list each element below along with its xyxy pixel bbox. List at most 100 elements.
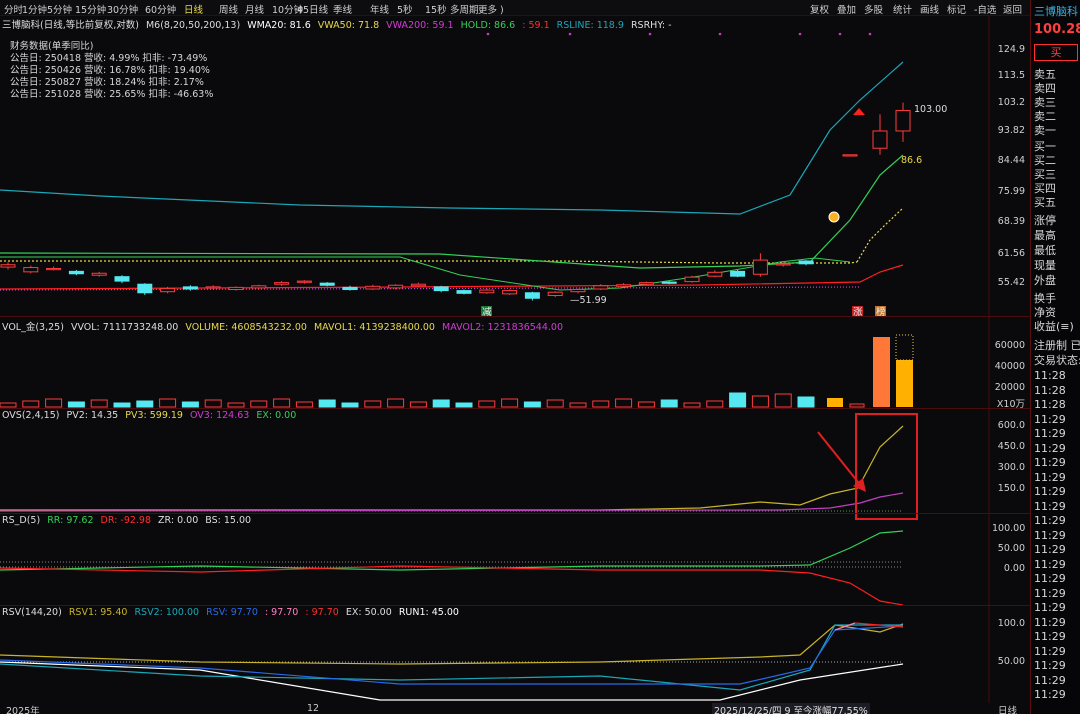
annotation-arrowhead — [853, 478, 866, 492]
rsv-ex: EX: 50.00 — [345, 607, 392, 618]
candle-body — [205, 286, 221, 289]
stock-name: 三博脑科 — [1034, 5, 1078, 18]
tick-time: 11:28 — [1034, 383, 1066, 397]
candle-body — [570, 289, 586, 293]
candle-body — [616, 284, 632, 287]
candle-body — [456, 290, 472, 294]
candle-body — [661, 281, 677, 284]
quote-field: 最高 — [1034, 229, 1056, 242]
volume-bar — [0, 402, 17, 408]
candle-body — [274, 282, 290, 285]
signal-dot — [798, 32, 802, 36]
volume-bar — [849, 403, 865, 408]
volume-bar — [751, 395, 769, 408]
rsv-title: RSV(144,20) — [2, 607, 62, 618]
volume-bar — [455, 402, 473, 408]
candle-body — [895, 109, 911, 132]
pv2-label: PV2: 14.35 — [66, 410, 119, 421]
quote-field: 最低 — [1034, 244, 1056, 257]
candle-body — [228, 286, 244, 291]
candle-body — [502, 290, 518, 295]
event-marker — [828, 211, 840, 223]
price-tick: 61.56 — [997, 248, 1025, 259]
volume-bar — [273, 398, 291, 408]
candle-body — [410, 283, 426, 287]
price-tick: 124.9 — [997, 44, 1025, 55]
mavol1-label: MAVOL1: 4139238400.00 — [313, 322, 435, 333]
quote-field: 注册制 已 — [1034, 339, 1080, 352]
rsv1-line — [0, 623, 904, 665]
tick-time: 11:28 — [1034, 369, 1066, 382]
price-tick: 103.2 — [997, 97, 1025, 108]
period-label: 日线 — [998, 706, 1018, 714]
volume-bar — [22, 400, 40, 408]
fin-row: 公告日: 251028 营收: 25.65% 扣非: -46.63% — [10, 89, 214, 100]
candle-body — [251, 285, 267, 289]
rsv1-label: RSV1: 95.40 — [68, 607, 128, 618]
vol-tick: 20000 — [994, 382, 1025, 393]
rsv-legend: RSV(144,20) RSV1: 95.40 RSV2: 100.00 RSV… — [2, 607, 463, 618]
tick-time: 11:29 — [1034, 427, 1066, 440]
quote-field: 外盘 — [1034, 274, 1056, 287]
ov3-label: OV3: 124.63 — [190, 410, 250, 421]
signal-dot — [648, 32, 652, 36]
vwa50-label: VWA50: 71.8 — [317, 20, 380, 31]
volume-bar — [67, 401, 85, 408]
hold-value-label: 86.6 — [901, 155, 922, 166]
volume-bar — [615, 398, 633, 408]
volume-bar — [797, 396, 815, 408]
candle-body — [524, 292, 540, 299]
volume-bar — [113, 402, 131, 408]
price-tick: 55.42 — [997, 277, 1025, 288]
volume-bar — [873, 337, 890, 407]
signal-dot — [718, 32, 722, 36]
ovs-legend: OVS(2,4,15) PV2: 14.35 PV3: 599.19 OV3: … — [2, 410, 300, 421]
tick-time: 11:28 — [1034, 398, 1066, 411]
tick-time: 11:29 — [1034, 630, 1066, 643]
tick-time: 11:29 — [1034, 470, 1066, 484]
candle-body — [684, 276, 700, 283]
candle-body — [388, 284, 404, 289]
mavol2-label: MAVOL2: 1231836544.00 — [442, 322, 564, 333]
rsv-v3: : 97.70 — [305, 607, 339, 618]
price-tick: 84.44 — [997, 155, 1025, 166]
tick-time: 11:29 — [1034, 572, 1066, 585]
rsv2-label: RSV2: 100.00 — [134, 607, 200, 618]
buy-button[interactable]: 买 — [1034, 44, 1078, 61]
tick-time: 11:29 — [1034, 601, 1066, 614]
ovs-title: OVS(2,4,15) — [2, 410, 60, 421]
rsv-v2: : 97.70 — [264, 607, 299, 618]
volume-bar — [204, 399, 222, 408]
volume-bar — [637, 401, 655, 408]
volume-bar — [660, 399, 678, 408]
highlight-box — [855, 413, 918, 520]
volume-bar — [432, 399, 450, 408]
volume-bar — [409, 401, 427, 408]
rsd-tick: 50.00 — [997, 543, 1025, 554]
volume-bar — [478, 400, 496, 408]
candle-body — [593, 285, 609, 290]
signal-dot — [868, 32, 872, 36]
rsrhy-label: RSRHY: - — [630, 20, 672, 31]
quote-field: 涨停 — [1034, 214, 1056, 227]
main-legend: 三博脑科(日线,等比前复权,对数) M6(8,20,50,200,13) WMA… — [2, 17, 676, 31]
dr-line — [0, 565, 904, 606]
volume-label: VOLUME: 4608543232.00 — [185, 322, 307, 333]
candle-body — [23, 267, 39, 273]
quote-field: 交易状态: — [1034, 354, 1080, 367]
signal-dot — [568, 32, 572, 36]
ovs-tick: 450.0 — [997, 441, 1025, 452]
rsd-title: RS_D(5) — [2, 515, 41, 526]
volume-bar — [45, 398, 63, 408]
candle-body — [182, 286, 198, 290]
tick-time: 11:29 — [1034, 528, 1066, 542]
vvol-label: VVOL: 7111733248.00 — [70, 322, 179, 333]
vol-tick: 40000 — [994, 361, 1025, 372]
volume-bar — [827, 398, 843, 407]
volume-bar — [546, 399, 564, 408]
volume-bar — [341, 402, 359, 408]
tick-time: 11:29 — [1034, 586, 1066, 600]
price-tick: 68.39 — [997, 216, 1025, 227]
hold2-label: : 59.1 — [522, 20, 550, 31]
price-tick: 93.82 — [997, 125, 1025, 136]
